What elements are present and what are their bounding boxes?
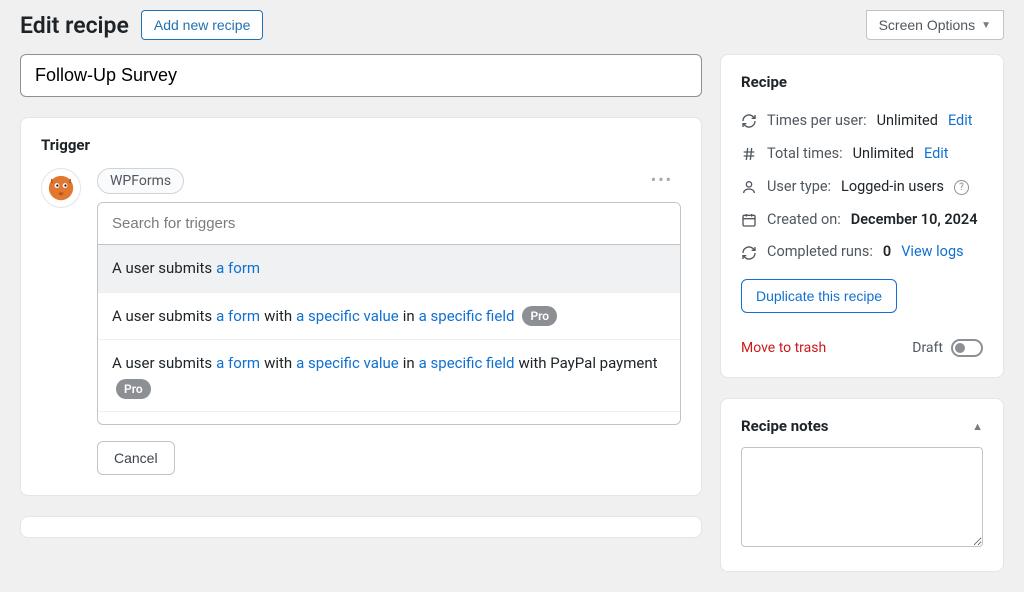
meta-created-on: Created on: December 10, 2024 [741,204,983,237]
trigger-results-list: A user submits a formA user submits a fo… [97,245,681,425]
recipe-notes-heading: Recipe notes [741,417,829,435]
cancel-button[interactable]: Cancel [97,441,175,475]
refresh-icon [741,113,757,129]
integration-chip[interactable]: WPForms [97,168,184,194]
trigger-option[interactable]: A user submits a form with PayPal paymen… [98,412,680,426]
edit-times-per-user-link[interactable]: Edit [948,112,973,131]
trigger-option[interactable]: A user submits a form with a specific va… [98,293,680,341]
recipe-notes-panel: Recipe notes ▲ [720,398,1004,572]
status-toggle[interactable] [951,339,983,357]
add-new-recipe-button[interactable]: Add new recipe [141,10,264,40]
move-to-trash-link[interactable]: Move to trash [741,340,826,356]
page-title: Edit recipe [20,12,129,39]
help-icon[interactable]: ? [954,180,969,195]
duplicate-recipe-button[interactable]: Duplicate this recipe [741,279,897,313]
trigger-option[interactable]: A user submits a form [98,245,680,293]
status-label: Draft [912,340,943,356]
wpforms-icon [41,168,81,208]
refresh-icon [741,245,757,261]
meta-user-type: User type: Logged-in users ? [741,171,983,204]
user-icon [741,179,757,195]
hash-icon [741,146,757,162]
recipe-title-input[interactable] [20,54,702,97]
recipe-notes-textarea[interactable] [741,447,983,547]
pro-badge: Pro [522,306,557,326]
meta-total-times: Total times: Unlimited Edit [741,138,983,171]
trigger-option[interactable]: A user submits a form with a specific va… [98,340,680,412]
screen-options-label: Screen Options [879,17,976,33]
recipe-meta-panel: Recipe Times per user: Unlimited Edit To… [720,54,1004,378]
chevron-down-icon: ▼ [981,20,991,31]
recipe-meta-heading: Recipe [741,73,983,91]
trigger-heading: Trigger [41,136,681,154]
view-logs-link[interactable]: View logs [901,243,963,262]
collapse-icon[interactable]: ▲ [972,420,983,433]
meta-completed-runs: Completed runs: 0 View logs [741,236,983,269]
more-options-icon[interactable]: ••• [651,170,673,189]
meta-times-per-user: Times per user: Unlimited Edit [741,105,983,138]
screen-options-button[interactable]: Screen Options ▼ [866,10,1004,40]
calendar-icon [741,212,757,228]
trigger-panel: Trigger ••• WPForms [20,117,702,496]
next-panel [20,516,702,538]
pro-badge: Pro [116,379,151,399]
edit-total-times-link[interactable]: Edit [924,145,949,164]
trigger-search-input[interactable] [98,203,680,244]
